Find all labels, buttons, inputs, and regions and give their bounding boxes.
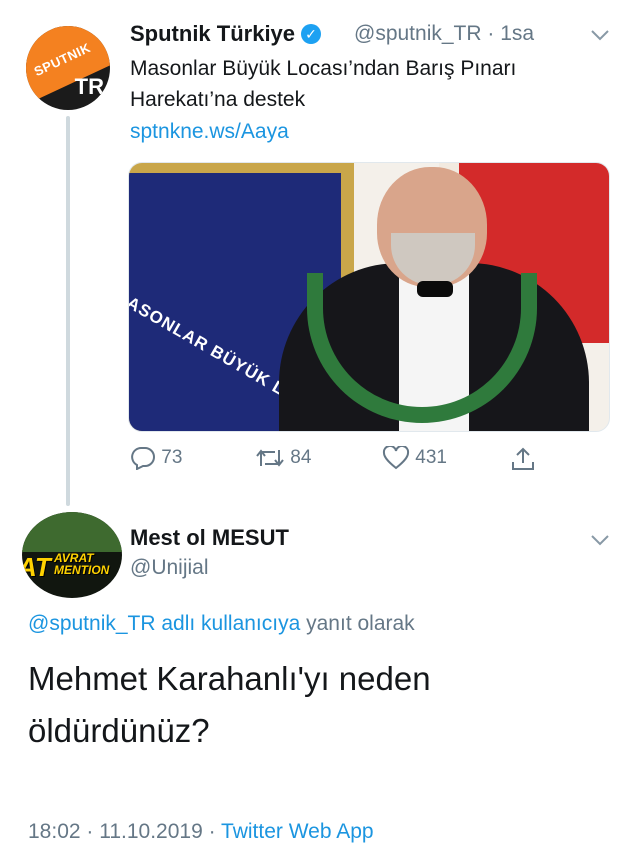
- author-name-text: Sputnik Türkiye: [130, 21, 296, 46]
- avatar-logo-at: AT: [22, 552, 51, 582]
- retweet-action[interactable]: 84: [255, 446, 311, 470]
- share-action[interactable]: [510, 446, 536, 472]
- retweet-count: 84: [290, 447, 312, 469]
- reply-text: Mehmet Karahanlı'yı neden öldürdünüz?: [28, 653, 608, 757]
- handle-text: @sputnik_TR: [354, 22, 482, 45]
- avatar-mest-ol-mesut[interactable]: AT AVRAT MENTION: [22, 512, 122, 598]
- reply-count: 73: [161, 447, 183, 469]
- author-name[interactable]: Sputnik Türkiye ✓: [130, 21, 322, 47]
- reply-action[interactable]: 73: [130, 446, 182, 470]
- tweet-text-line: Harekatı’na destek: [130, 88, 306, 111]
- avatar-tr-text: TR: [74, 74, 104, 99]
- tweet-text: Masonlar Büyük Locası’ndan Barış Pınarı …: [130, 53, 620, 115]
- share-icon: [512, 447, 534, 470]
- reply-author-name[interactable]: Mest ol MESUT: [130, 525, 289, 551]
- tweet-media-image[interactable]: ASONLAR BÜYÜK LO: [128, 162, 610, 432]
- replying-to: @sputnik_TR adlı kullanıcıya yanıt olara…: [28, 612, 415, 636]
- tweet-link[interactable]: sptnkne.ws/Aaya: [130, 120, 289, 144]
- thread-line: [66, 116, 70, 506]
- avatar-sputnik[interactable]: SPUTNIK TR: [26, 26, 110, 110]
- like-count: 431: [415, 447, 447, 469]
- avatar-logo-bottom: MENTION: [54, 563, 110, 577]
- reply-icon: [131, 447, 155, 470]
- reply-text-line: öldürdünüz?: [28, 712, 210, 749]
- bowtie: [417, 281, 453, 297]
- author-handle[interactable]: @sputnik_TR · 1sa: [354, 22, 534, 46]
- replying-to-mention[interactable]: @sputnik_TR adlı kullanıcıya: [28, 612, 300, 635]
- tweet-time: · 1sa: [487, 22, 535, 45]
- tweet-meta: 18:02 · 11.10.2019 · Twitter Web App: [28, 820, 374, 844]
- tweet-source-app[interactable]: Twitter Web App: [221, 820, 374, 843]
- reply-author-handle[interactable]: @Unijial: [130, 556, 209, 580]
- verified-icon: ✓: [301, 24, 322, 44]
- tweet-text-line: Masonlar Büyük Locası’ndan Barış Pınarı: [130, 57, 517, 80]
- like-icon: [382, 446, 410, 470]
- replying-to-suffix: yanıt olarak: [306, 612, 415, 635]
- avatar-logo-sub: AVRAT MENTION: [54, 552, 109, 576]
- retweet-icon: [256, 449, 284, 467]
- reply-text-line: Mehmet Karahanlı'yı neden: [28, 660, 431, 697]
- tweet-timestamp[interactable]: 18:02 · 11.10.2019 ·: [28, 820, 221, 843]
- avatar-field: [22, 512, 122, 552]
- chevron-down-icon[interactable]: [590, 28, 610, 42]
- chevron-down-icon[interactable]: [590, 533, 610, 547]
- like-action[interactable]: 431: [382, 446, 447, 470]
